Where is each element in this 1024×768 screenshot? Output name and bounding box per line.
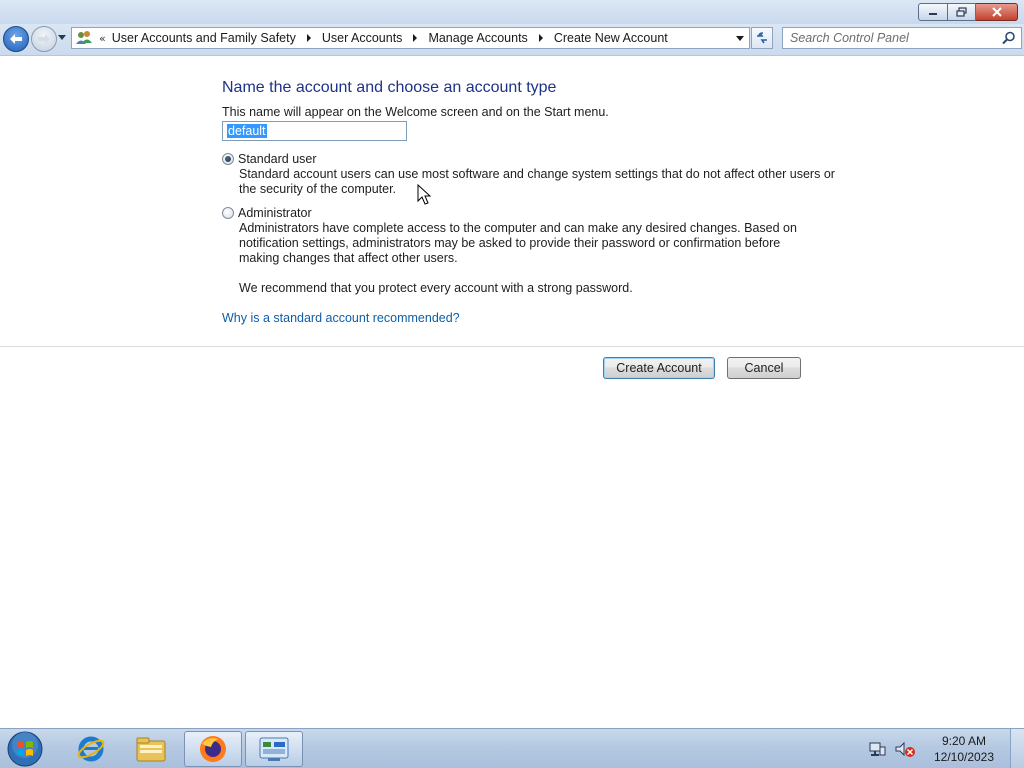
address-history-dropdown[interactable]: [736, 36, 744, 41]
administrator-option[interactable]: Administrator: [222, 206, 312, 220]
internet-explorer-icon: [77, 736, 105, 762]
address-bar[interactable]: « User Accounts and Family Safety User A…: [71, 27, 750, 49]
clock-date: 12/10/2023: [933, 750, 995, 764]
minimize-button[interactable]: [918, 3, 948, 21]
account-name-value: default: [227, 124, 267, 138]
start-button[interactable]: [5, 730, 45, 768]
windows-logo-icon: [7, 731, 43, 767]
name-field-description: This name will appear on the Welcome scr…: [222, 105, 609, 119]
back-arrow-icon: [10, 34, 22, 44]
restore-button[interactable]: [948, 3, 976, 21]
administrator-radio[interactable]: [222, 207, 234, 219]
forward-arrow-icon: [38, 34, 50, 44]
search-icon[interactable]: [1002, 31, 1016, 45]
close-icon: [991, 7, 1002, 17]
forward-button[interactable]: [31, 26, 57, 52]
taskbar-windows-explorer[interactable]: [122, 731, 180, 767]
administrator-description: Administrators have complete access to t…: [239, 221, 797, 266]
standard-user-option[interactable]: Standard user: [222, 152, 317, 166]
search-box[interactable]: [782, 27, 1022, 49]
network-icon[interactable]: [868, 740, 886, 758]
taskbar-internet-explorer[interactable]: [62, 731, 120, 767]
description-line: the security of the computer.: [239, 182, 397, 196]
navigation-bar: « User Accounts and Family Safety User A…: [0, 24, 1024, 56]
breadcrumb-manage-accounts[interactable]: Manage Accounts: [428, 31, 527, 45]
administrator-label[interactable]: Administrator: [238, 206, 312, 220]
breadcrumb-separator-icon[interactable]: [413, 34, 418, 42]
password-recommendation: We recommend that you protect every acco…: [239, 281, 633, 295]
mouse-cursor-icon: [417, 184, 431, 205]
breadcrumb-overflow[interactable]: «: [99, 32, 106, 45]
window-titlebar: [0, 0, 1024, 24]
page-title: Name the account and choose an account t…: [222, 79, 557, 96]
create-account-button[interactable]: Create Account: [603, 357, 715, 379]
why-standard-account-link[interactable]: Why is a standard account recommended?: [222, 311, 460, 325]
breadcrumb-create-new-account[interactable]: Create New Account: [554, 31, 668, 45]
cancel-button[interactable]: Cancel: [727, 357, 801, 379]
taskbar-control-panel[interactable]: [245, 731, 303, 767]
restore-icon: [955, 7, 967, 17]
taskbar-firefox[interactable]: [184, 731, 242, 767]
standard-user-radio[interactable]: [222, 153, 234, 165]
close-button[interactable]: [976, 3, 1018, 21]
recent-pages-dropdown[interactable]: [58, 35, 66, 40]
window-controls: [918, 3, 1018, 21]
windows-explorer-icon: [136, 737, 166, 762]
divider: [0, 346, 1024, 347]
breadcrumb-user-accounts-family-safety[interactable]: User Accounts and Family Safety: [112, 31, 296, 45]
search-input[interactable]: [783, 28, 983, 48]
description-line: notification settings, administrators ma…: [239, 236, 781, 250]
show-desktop-button[interactable]: [1010, 729, 1024, 768]
description-line: Administrators have complete access to t…: [239, 221, 797, 235]
breadcrumb-separator-icon[interactable]: [306, 34, 311, 42]
refresh-button[interactable]: [751, 27, 773, 49]
clock[interactable]: 9:20 AM 12/10/2023: [924, 733, 1004, 765]
user-accounts-icon: [75, 29, 93, 47]
taskbar: 9:20 AM 12/10/2023: [0, 728, 1024, 768]
account-name-input[interactable]: default: [222, 121, 407, 141]
minimize-icon: [929, 13, 937, 15]
control-panel-icon: [259, 737, 289, 761]
refresh-icon: [757, 32, 767, 44]
create-account-page: Name the account and choose an account t…: [0, 57, 1024, 728]
volume-muted-icon[interactable]: [894, 740, 916, 758]
standard-user-description: Standard account users can use most soft…: [239, 167, 835, 197]
standard-user-label[interactable]: Standard user: [238, 152, 317, 166]
description-line: making changes that affect other users.: [239, 251, 458, 265]
breadcrumb-separator-icon[interactable]: [538, 34, 543, 42]
back-button[interactable]: [3, 26, 29, 52]
breadcrumb-user-accounts[interactable]: User Accounts: [322, 31, 403, 45]
clock-time: 9:20 AM: [941, 734, 987, 748]
firefox-icon: [200, 736, 226, 762]
system-tray: 9:20 AM 12/10/2023: [868, 729, 1024, 768]
description-line: Standard account users can use most soft…: [239, 167, 835, 181]
